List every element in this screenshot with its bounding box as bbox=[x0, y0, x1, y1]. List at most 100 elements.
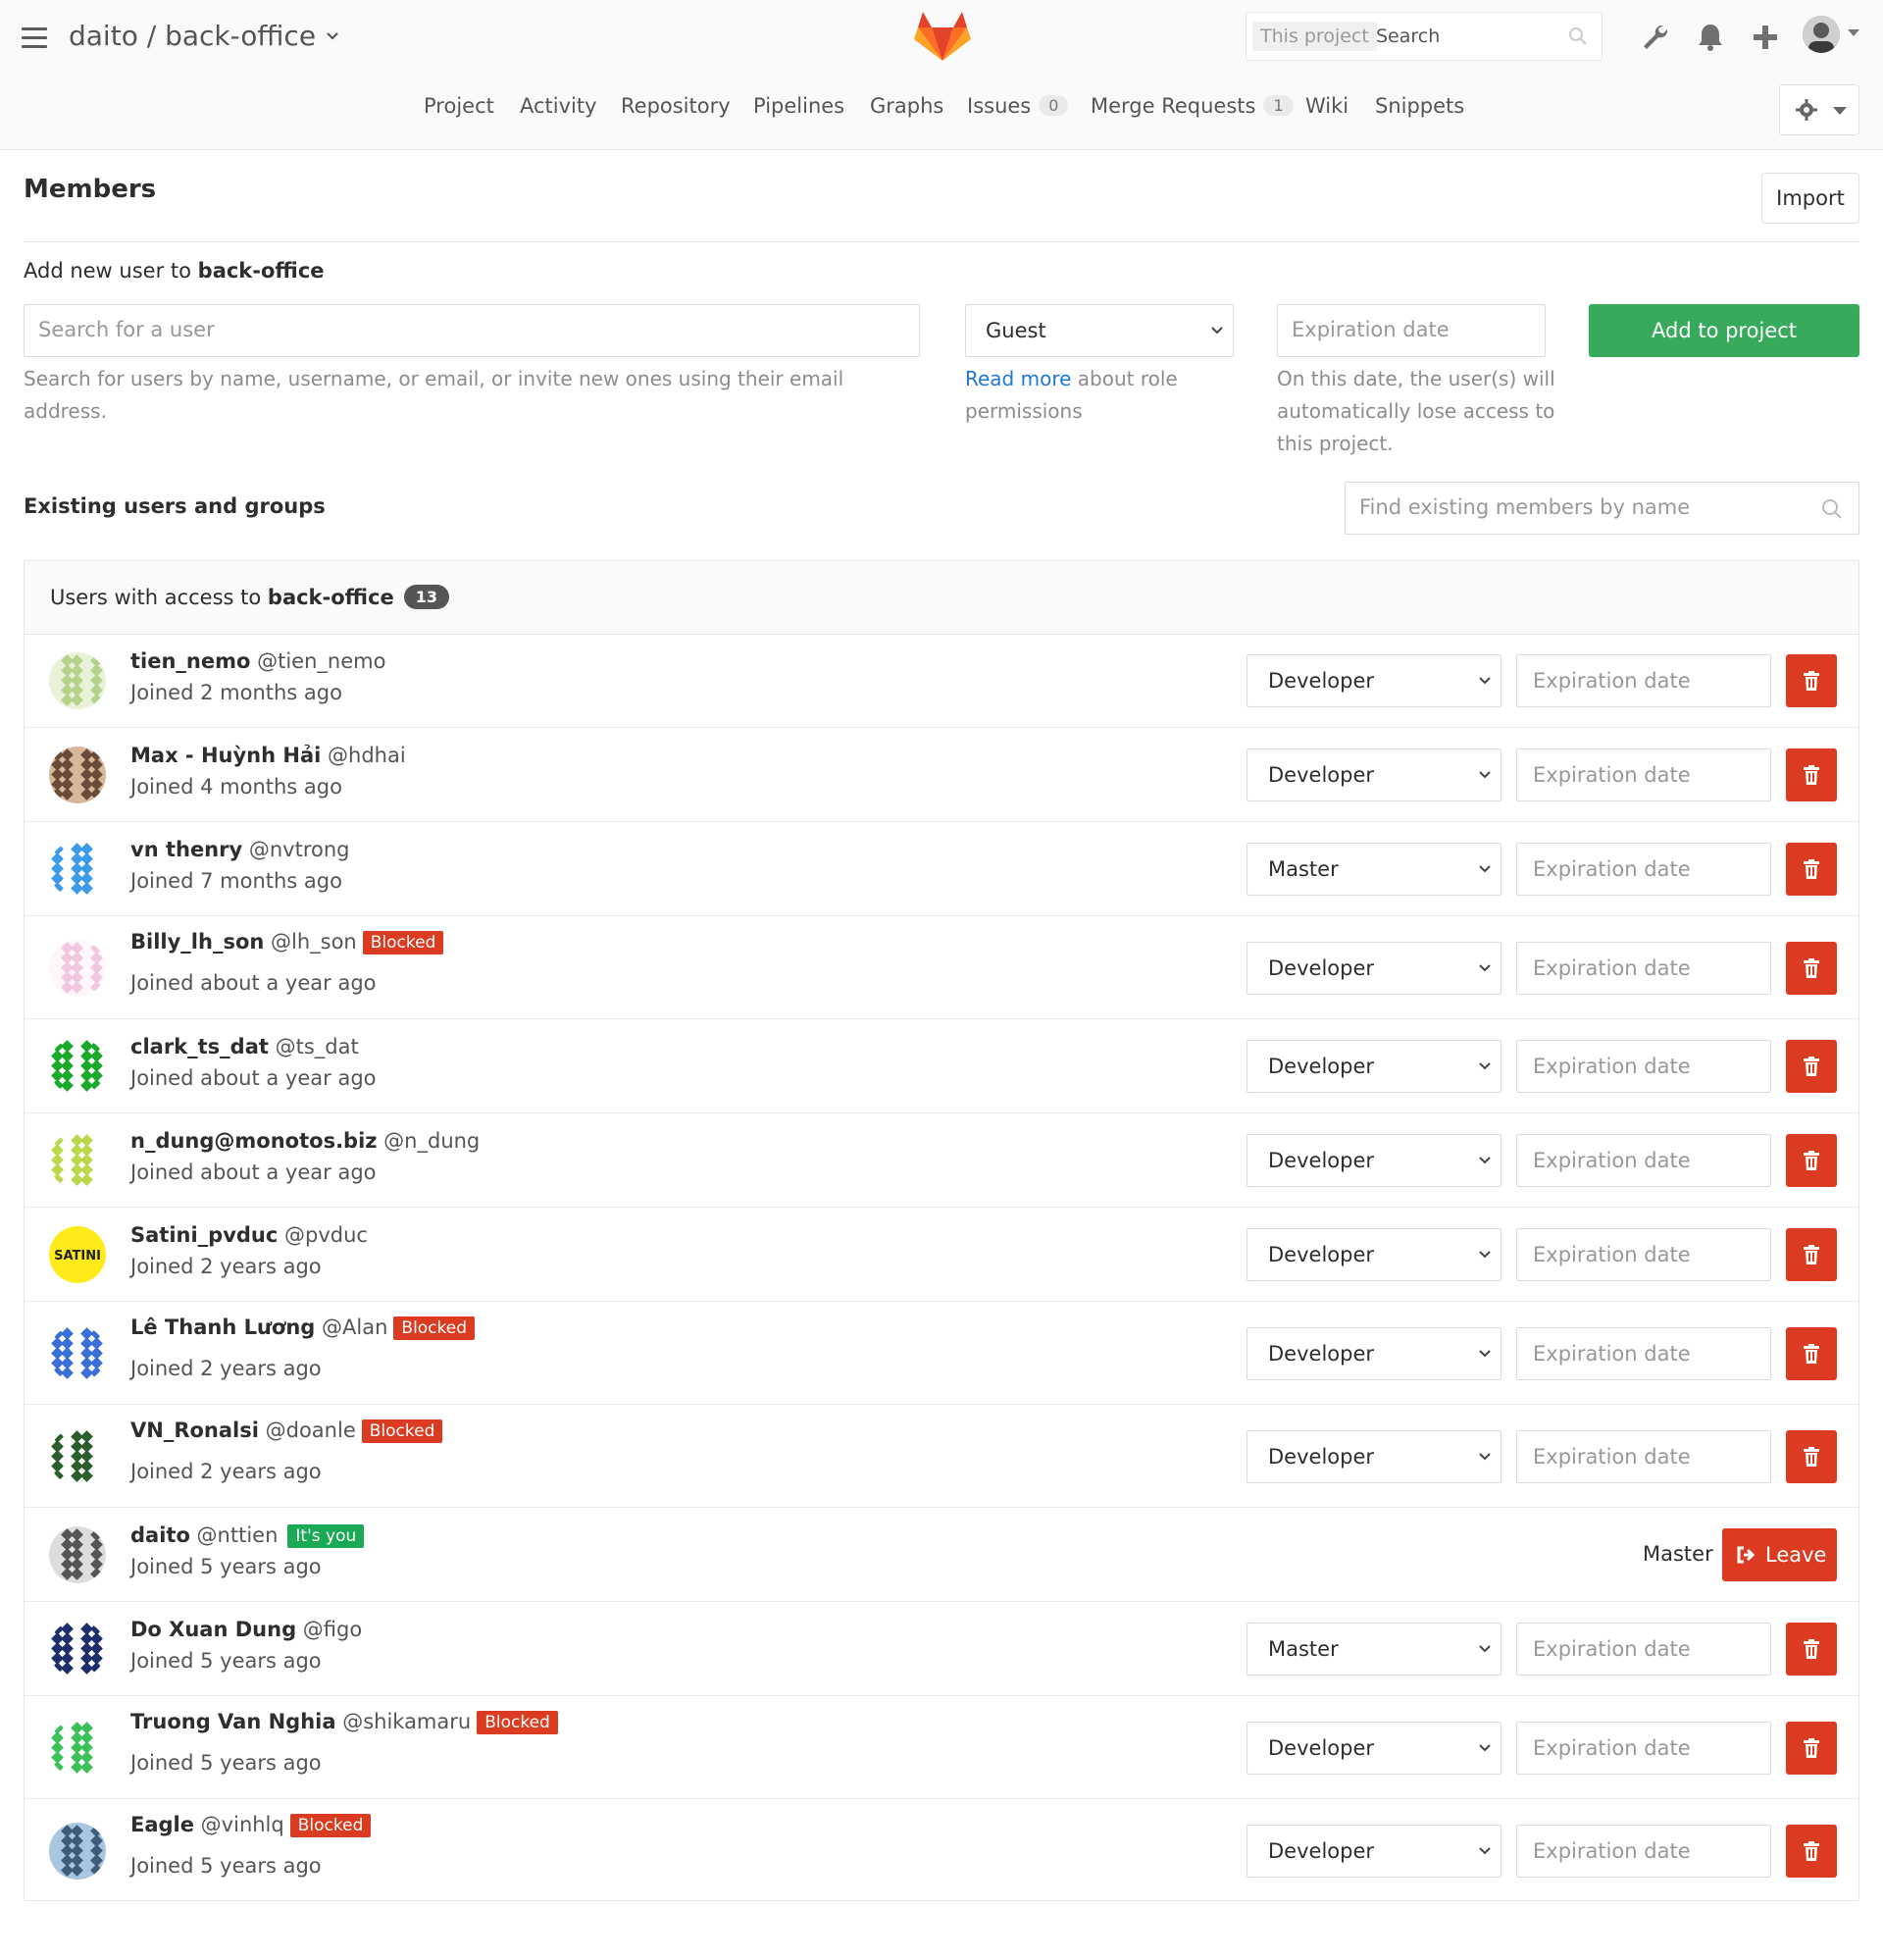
user-menu-caret-icon[interactable] bbox=[1848, 29, 1859, 36]
member-joined: Joined 5 years ago bbox=[130, 1555, 322, 1578]
member-avatar[interactable] bbox=[49, 1427, 106, 1485]
member-role-select[interactable]: Developer bbox=[1247, 1134, 1501, 1187]
member-avatar[interactable] bbox=[49, 652, 106, 709]
member-name[interactable]: vn thenry bbox=[130, 838, 242, 861]
remove-member-button[interactable] bbox=[1786, 1721, 1837, 1775]
member-expiration-input[interactable]: Expiration date bbox=[1516, 1228, 1771, 1281]
access-level-select[interactable]: Guest bbox=[965, 304, 1234, 357]
remove-member-button[interactable] bbox=[1786, 1134, 1837, 1187]
import-button[interactable]: Import bbox=[1761, 173, 1859, 224]
member-avatar[interactable] bbox=[49, 1038, 106, 1095]
search-input[interactable]: Search bbox=[1376, 26, 1440, 47]
member-role-select[interactable]: Developer bbox=[1247, 941, 1501, 995]
member-name[interactable]: Max - Huỳnh Hải bbox=[130, 744, 321, 767]
member-name[interactable]: daito bbox=[130, 1523, 190, 1547]
remove-member-button[interactable] bbox=[1786, 1040, 1837, 1093]
nav-repository[interactable]: Repository bbox=[621, 94, 731, 118]
leave-project-button[interactable]: Leave bbox=[1722, 1528, 1837, 1581]
project-settings-button[interactable] bbox=[1779, 84, 1859, 135]
member-avatar[interactable] bbox=[49, 1526, 106, 1583]
expiration-help: On this date, the user(s) will automatic… bbox=[1277, 367, 1555, 455]
member-expiration-input[interactable]: Expiration date bbox=[1516, 748, 1771, 801]
member-expiration-input[interactable]: Expiration date bbox=[1516, 1824, 1771, 1878]
member-avatar[interactable] bbox=[49, 841, 106, 898]
remove-member-button[interactable] bbox=[1786, 941, 1837, 995]
remove-member-button[interactable] bbox=[1786, 1326, 1837, 1380]
nav-activity[interactable]: Activity bbox=[520, 94, 597, 118]
blocked-badge: Blocked bbox=[393, 1316, 476, 1340]
global-search[interactable]: This project Search bbox=[1246, 12, 1603, 61]
breadcrumb-namespace[interactable]: daito bbox=[69, 20, 138, 52]
expiration-date-input[interactable]: Expiration date bbox=[1277, 304, 1546, 357]
chevron-down-icon[interactable] bbox=[326, 31, 339, 41]
nav-graphs[interactable]: Graphs bbox=[870, 94, 943, 118]
member-avatar[interactable] bbox=[49, 747, 106, 803]
member-name[interactable]: VN_Ronalsi bbox=[130, 1418, 259, 1442]
nav-pipelines[interactable]: Pipelines bbox=[753, 94, 844, 118]
chevron-down-icon bbox=[1833, 107, 1847, 115]
nav-snippets[interactable]: Snippets bbox=[1375, 94, 1464, 118]
plus-icon[interactable] bbox=[1750, 22, 1781, 53]
member-name[interactable]: Lê Thanh Lương bbox=[130, 1315, 315, 1339]
member-role-select[interactable]: Developer bbox=[1247, 1040, 1501, 1093]
remove-member-button[interactable] bbox=[1786, 1623, 1837, 1676]
member-role-select[interactable]: Master bbox=[1247, 843, 1501, 896]
remove-member-button[interactable] bbox=[1786, 843, 1837, 896]
member-expiration-input[interactable]: Expiration date bbox=[1516, 1623, 1771, 1676]
read-more-link[interactable]: Read more bbox=[965, 367, 1071, 390]
breadcrumb-project[interactable]: back-office bbox=[165, 20, 316, 52]
remove-member-button[interactable] bbox=[1786, 1429, 1837, 1483]
admin-wrench-icon[interactable] bbox=[1640, 22, 1671, 53]
member-role-select[interactable]: Developer bbox=[1247, 1326, 1501, 1380]
member-avatar[interactable] bbox=[49, 1719, 106, 1777]
user-search-input[interactable]: Search for a user bbox=[24, 304, 920, 357]
nav-project[interactable]: Project bbox=[424, 94, 494, 118]
find-members-input[interactable]: Find existing members by name bbox=[1345, 482, 1859, 535]
member-expiration-input[interactable]: Expiration date bbox=[1516, 1429, 1771, 1483]
member-role-select[interactable]: Developer bbox=[1247, 654, 1501, 707]
remove-member-button[interactable] bbox=[1786, 1824, 1837, 1878]
member-name[interactable]: Satini_pvduc bbox=[130, 1223, 278, 1247]
bell-icon[interactable] bbox=[1695, 22, 1726, 53]
blocked-badge: Blocked bbox=[362, 931, 444, 954]
member-avatar[interactable] bbox=[49, 1621, 106, 1677]
member-role-select[interactable]: Developer bbox=[1247, 1824, 1501, 1878]
member-expiration-input[interactable]: Expiration date bbox=[1516, 1040, 1771, 1093]
search-icon bbox=[1822, 499, 1842, 519]
remove-member-button[interactable] bbox=[1786, 748, 1837, 801]
member-name[interactable]: Eagle bbox=[130, 1813, 194, 1836]
member-role-select[interactable]: Developer bbox=[1247, 1228, 1501, 1281]
member-avatar[interactable] bbox=[49, 1822, 106, 1880]
remove-member-button[interactable] bbox=[1786, 1228, 1837, 1281]
trash-icon bbox=[1804, 1639, 1819, 1659]
member-expiration-input[interactable]: Expiration date bbox=[1516, 843, 1771, 896]
add-to-project-button[interactable]: Add to project bbox=[1589, 304, 1859, 357]
member-avatar[interactable] bbox=[49, 939, 106, 997]
member-expiration-input[interactable]: Expiration date bbox=[1516, 1721, 1771, 1775]
gitlab-logo-icon[interactable] bbox=[914, 10, 971, 63]
nav-issues[interactable]: Issues 0 bbox=[967, 94, 1069, 118]
nav-wiki[interactable]: Wiki bbox=[1305, 94, 1349, 118]
member-name[interactable]: Do Xuan Dung bbox=[130, 1618, 296, 1641]
trash-icon bbox=[1804, 671, 1819, 691]
member-expiration-input[interactable]: Expiration date bbox=[1516, 941, 1771, 995]
member-avatar[interactable] bbox=[49, 1324, 106, 1382]
member-expiration-input[interactable]: Expiration date bbox=[1516, 654, 1771, 707]
member-role-select[interactable]: Developer bbox=[1247, 1429, 1501, 1483]
member-name[interactable]: clark_ts_dat bbox=[130, 1035, 269, 1058]
hamburger-menu-icon[interactable] bbox=[22, 27, 47, 49]
member-avatar[interactable]: SATINI bbox=[49, 1226, 106, 1283]
member-name[interactable]: tien_nemo bbox=[130, 649, 250, 673]
user-avatar[interactable] bbox=[1803, 16, 1840, 53]
member-role-select[interactable]: Developer bbox=[1247, 1721, 1501, 1775]
remove-member-button[interactable] bbox=[1786, 654, 1837, 707]
member-name[interactable]: Billy_lh_son bbox=[130, 930, 264, 954]
member-expiration-input[interactable]: Expiration date bbox=[1516, 1134, 1771, 1187]
member-name[interactable]: Truong Van Nghia bbox=[130, 1710, 336, 1733]
member-expiration-input[interactable]: Expiration date bbox=[1516, 1326, 1771, 1380]
nav-merge-requests[interactable]: Merge Requests 1 bbox=[1091, 94, 1294, 118]
member-role-select[interactable]: Master bbox=[1247, 1623, 1501, 1676]
member-avatar[interactable] bbox=[49, 1132, 106, 1189]
member-role-select[interactable]: Developer bbox=[1247, 748, 1501, 801]
member-name[interactable]: n_dung@monotos.biz bbox=[130, 1129, 378, 1153]
